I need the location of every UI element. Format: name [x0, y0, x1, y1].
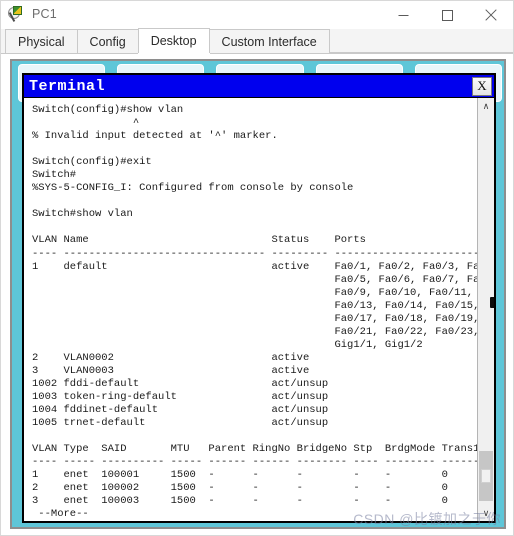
terminal-body: Switch(config)#show vlan ^ % Invalid inp… — [24, 97, 494, 521]
terminal-window: Terminal X Switch(config)#show vlan ^ % … — [22, 73, 496, 523]
window-title: PC1 — [32, 7, 57, 22]
close-button[interactable] — [469, 1, 513, 29]
terminal-edge-marker — [490, 297, 494, 308]
tab-physical[interactable]: Physical — [5, 29, 78, 53]
window-titlebar: PC1 — [1, 1, 513, 29]
packet-tracer-pc-icon — [8, 6, 25, 23]
tabstrip-filler — [328, 29, 513, 53]
scroll-up-arrow-icon[interactable]: ∧ — [478, 98, 494, 114]
terminal-close-button[interactable]: X — [472, 76, 492, 96]
terminal-output: Switch(config)#show vlan ^ % Invalid inp… — [32, 104, 477, 521]
terminal-screen[interactable]: Switch(config)#show vlan ^ % Invalid inp… — [24, 98, 477, 521]
desktop-panel: Terminal X Switch(config)#show vlan ^ % … — [10, 59, 506, 529]
scrollbar-thumb[interactable] — [479, 451, 493, 501]
tab-config[interactable]: Config — [76, 29, 139, 53]
scrollbar-thumb-grip — [481, 469, 491, 483]
scroll-down-arrow-icon[interactable]: ∨ — [478, 505, 494, 521]
window-controls — [381, 1, 513, 29]
minimize-button[interactable] — [381, 1, 425, 29]
pc1-window: PC1 Physical Config Desktop Custom Inter… — [0, 0, 514, 536]
tab-custom-interface[interactable]: Custom Interface — [208, 29, 330, 53]
tab-bar: Physical Config Desktop Custom Interface — [1, 28, 513, 54]
scrollbar-track[interactable] — [478, 114, 494, 505]
terminal-scrollbar[interactable]: ∧ ∨ — [477, 98, 494, 521]
terminal-title: Terminal — [29, 77, 106, 95]
terminal-titlebar: Terminal X — [24, 75, 494, 97]
tab-desktop[interactable]: Desktop — [137, 28, 210, 53]
maximize-button[interactable] — [425, 1, 469, 29]
